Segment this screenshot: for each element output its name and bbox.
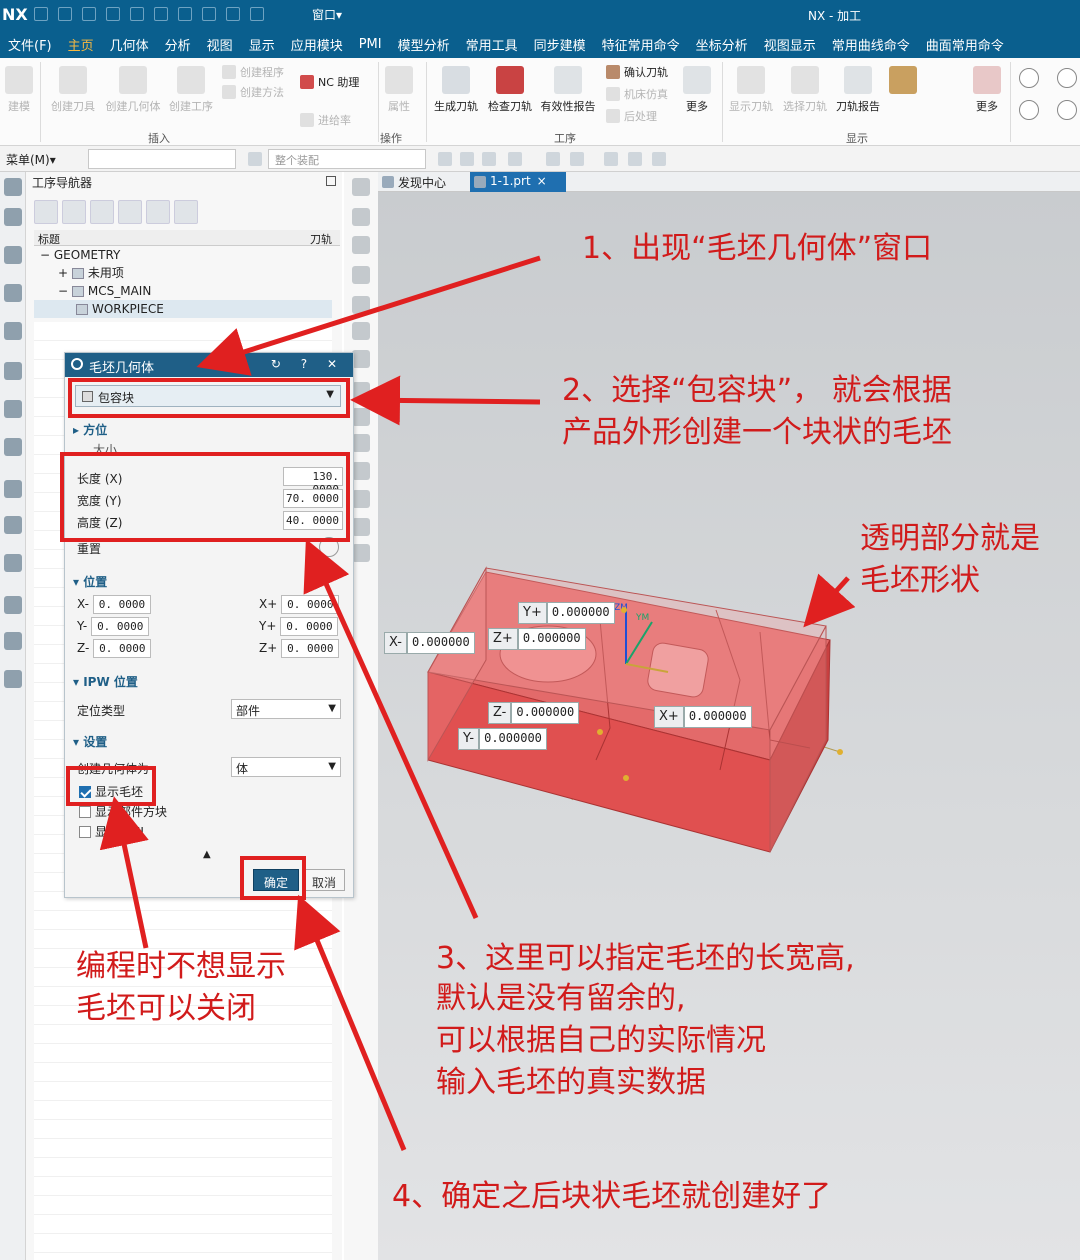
create-as-select[interactable]: 体 ▼ [231, 757, 341, 777]
pos-x-minus: X- 0. 0000 [77, 595, 151, 614]
checkbox-icon [79, 805, 91, 818]
coord-z-plus[interactable]: Z+ 0.000000 [488, 628, 586, 650]
collapse-arrow-icon[interactable]: ▲ [203, 849, 211, 860]
gear-icon [71, 358, 83, 370]
annotation-2-line2: 产品外形创建一个块状的毛坯 [562, 415, 952, 450]
annotation-off-line1: 编程时不想显示 [76, 949, 286, 984]
annotation-3-line1: 3、这里可以指定毛坯的长宽高, [436, 941, 855, 976]
annotation-2-line1: 2、选择“包容块”， 就会根据 [562, 373, 952, 408]
coord-y-minus[interactable]: Y- 0.000000 [458, 728, 547, 750]
coord-y-plus[interactable]: Y+ 0.000000 [518, 602, 615, 624]
annotation-transparent-line1: 透明部分就是 [860, 521, 1040, 556]
annotation-1: 1、出现“毛坯几何体”窗口 [582, 231, 933, 266]
pos-y-minus: Y- 0. 0000 [77, 617, 150, 636]
pos-z-minus: Z- 0. 0000 [77, 639, 152, 658]
coord-z-minus[interactable]: Z- 0.000000 [488, 702, 580, 724]
pos-z-plus: Z+ 0. 0000 [259, 639, 340, 658]
annotation-3-line3: 可以根据自己的实际情况 [436, 1023, 766, 1058]
section-ipw-position[interactable]: ▾ IPW 位置 [73, 673, 138, 690]
cancel-button[interactable]: 取消 [303, 869, 345, 891]
checkbox-icon [79, 825, 91, 838]
drag-handle[interactable] [837, 749, 843, 755]
section-orientation[interactable]: ▸ 方位 [73, 421, 107, 438]
highlight-ok-button [240, 856, 306, 900]
coord-x-plus[interactable]: X+ 0.000000 [654, 706, 752, 728]
drag-handle[interactable] [621, 607, 627, 613]
annotation-3-line4: 输入毛坯的真实数据 [436, 1065, 706, 1100]
chevron-down-icon: ▼ [328, 761, 336, 772]
dialog-title-buttons[interactable]: ↻ ? ✕ [271, 357, 345, 371]
dialog-title-bar: 毛坯几何体 ↻ ? ✕ [65, 353, 353, 377]
locate-type-select[interactable]: 部件 ▼ [231, 699, 341, 719]
highlight-type-select [68, 378, 350, 418]
section-position[interactable]: ▾ 位置 [73, 573, 107, 590]
annotation-3-line2: 默认是没有留余的, [436, 981, 686, 1016]
pos-x-plus: X+ 0. 0000 [259, 595, 340, 614]
coord-x-minus[interactable]: X- 0.000000 [384, 632, 475, 654]
pos-y-plus: Y+ 0. 0000 [259, 617, 339, 636]
drag-handle[interactable] [623, 775, 629, 781]
section-settings[interactable]: ▾ 设置 [73, 733, 107, 750]
blank-geometry-dialog: 毛坯几何体 ↻ ? ✕ 包容块 ▼ ▸ 方位 大小 长度 (X)130. 000… [64, 352, 354, 898]
highlight-show-blank [66, 766, 156, 806]
annotation-4: 4、确定之后块状毛坯就创建好了 [392, 1179, 832, 1214]
axis-label-ym: YM [635, 613, 649, 623]
highlight-size-fields [60, 452, 350, 542]
annotation-transparent-line2: 毛坯形状 [860, 563, 980, 598]
show-pmi-checkbox[interactable]: 显示 PMI [79, 823, 144, 840]
drag-handle[interactable] [597, 729, 603, 735]
annotation-off-line2: 毛坯可以关闭 [76, 991, 256, 1026]
dialog-title: 毛坯几何体 [89, 361, 155, 376]
chevron-down-icon: ▼ [328, 703, 336, 714]
